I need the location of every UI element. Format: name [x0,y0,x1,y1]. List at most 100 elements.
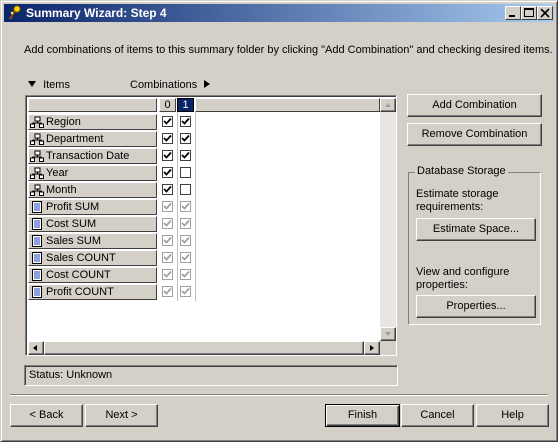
maximize-icon [524,8,534,17]
finish-button[interactable]: Finish [325,404,400,427]
help-button[interactable]: Help [476,404,549,427]
row-label-text: Department [46,133,104,145]
checkmark-icon [163,287,172,295]
row-label-transaction-date[interactable]: Transaction Date [28,148,157,164]
row-label-sales-sum[interactable]: Sales SUM [28,233,157,249]
checkbox-c1-department[interactable] [180,133,191,144]
row-label-text: Sales SUM [46,235,102,247]
combinations-grid[interactable]: 0 1 Region Department Transaction Date Year… [25,95,397,356]
checkbox-c1-year[interactable] [180,167,191,178]
row-label-profit-sum[interactable]: Profit SUM [28,199,157,215]
summary-wizard-window: Summary Wizard: Step 4 Add combinations … [0,0,558,442]
cancel-button[interactable]: Cancel [401,404,474,427]
properties-button[interactable]: Properties... [416,295,536,318]
estimate-storage-text: Estimate storage requirements: [416,188,499,213]
row-label-cost-count[interactable]: Cost COUNT [28,267,157,283]
checkmark-icon [163,185,172,193]
estimate-space-button[interactable]: Estimate Space... [416,218,536,241]
checkbox-c0-cost-sum [162,218,173,229]
close-icon [540,8,550,18]
row-label-text: Cost SUM [46,218,97,230]
minimize-icon [509,15,515,17]
checkbox-c1-transaction-date[interactable] [180,150,191,161]
items-header[interactable]: Items [27,79,70,91]
row-label-region[interactable]: Region [28,114,157,130]
checkbox-c1-cost-sum [180,218,191,229]
row-label-text: Year [46,167,69,179]
next-label: Next > [105,409,138,421]
combinations-header-label: Combinations [130,79,198,91]
minimize-button[interactable] [505,6,521,20]
row-label-month[interactable]: Month [28,182,157,198]
row-label-text: Profit COUNT [46,286,114,298]
checkmark-icon [163,236,172,244]
column-header-0[interactable]: 0 [159,98,176,112]
checkmark-icon [163,117,172,125]
title-bar[interactable]: Summary Wizard: Step 4 [4,4,554,22]
column-header-1[interactable]: 1 [177,98,194,112]
checkbox-c0-profit-count [162,286,173,297]
row-label-text: Month [46,184,77,196]
next-button[interactable]: Next > [85,404,158,427]
triangle-down-icon [28,81,36,87]
row-label-text: Sales COUNT [46,252,116,264]
properties-label: Properties... [446,300,506,312]
wizard-app-icon [9,5,21,20]
checkbox-c0-department[interactable] [162,133,173,144]
maximize-button[interactable] [521,6,537,20]
checkbox-c1-region[interactable] [180,116,191,127]
add-combination-label: Add Combination [432,99,517,111]
row-label-sales-count[interactable]: Sales COUNT [28,250,157,266]
arrow-right-icon [370,345,374,351]
checkmark-icon [181,202,190,210]
checkbox-c1-month[interactable] [180,184,191,195]
horizontal-scroll-thumb[interactable] [44,341,364,355]
status-bar: Status: Unknown [24,365,398,386]
finish-label: Finish [347,409,378,421]
checkbox-c0-month[interactable] [162,184,173,195]
checkbox-c1-profit-sum [180,201,191,212]
horizontal-scrollbar[interactable] [28,341,380,355]
checkbox-c0-region[interactable] [162,116,173,127]
scroll-up-button[interactable] [380,98,396,112]
grid-line [195,112,196,301]
checkmark-icon [163,134,172,142]
configure-properties-text: View and configure properties: [416,266,510,291]
checkmark-icon [163,253,172,261]
checkbox-c0-transaction-date[interactable] [162,150,173,161]
remove-combination-label: Remove Combination [421,128,528,140]
combinations-header[interactable]: Combinations [130,79,211,91]
row-label-year[interactable]: Year [28,165,157,181]
database-storage-group: Database Storage Estimate storage requir… [408,165,541,325]
separator [10,394,548,396]
checkbox-c0-profit-sum [162,201,173,212]
back-button[interactable]: < Back [10,404,83,427]
arrow-down-icon [385,332,391,336]
row-label-text: Region [46,116,81,128]
checkbox-c0-year[interactable] [162,167,173,178]
checkbox-c1-profit-count [180,286,191,297]
database-storage-legend: Database Storage [415,165,508,177]
scroll-right-button[interactable] [364,341,380,355]
grid-corner-header [28,98,157,112]
scrollbar-corner [380,341,396,355]
checkmark-icon [181,151,190,159]
vertical-scrollbar[interactable] [380,98,396,341]
close-button[interactable] [537,6,553,20]
scroll-left-button[interactable] [28,341,44,355]
row-label-department[interactable]: Department [28,131,157,147]
add-combination-button[interactable]: Add Combination [407,94,542,117]
checkmark-icon [163,270,172,278]
checkbox-c0-cost-count [162,269,173,280]
help-label: Help [501,409,524,421]
scroll-down-button[interactable] [380,327,396,341]
row-label-cost-sum[interactable]: Cost SUM [28,216,157,232]
row-label-profit-count[interactable]: Profit COUNT [28,284,157,300]
checkmark-icon [181,253,190,261]
checkmark-icon [163,219,172,227]
instructions-text: Add combinations of items to this summar… [24,44,553,56]
arrow-up-icon [385,103,391,107]
triangle-right-icon [204,80,211,88]
remove-combination-button[interactable]: Remove Combination [407,123,542,146]
checkmark-icon [181,270,190,278]
